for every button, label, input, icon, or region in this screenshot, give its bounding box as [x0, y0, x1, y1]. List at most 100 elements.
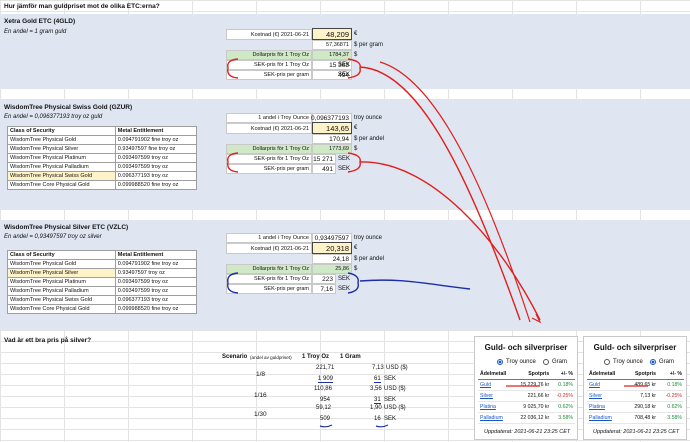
gld-subtitle: En andel = 1 gram guld: [4, 29, 67, 35]
change-percent: 3.58%: [551, 412, 575, 424]
metal-link-silver[interactable]: Silver: [589, 393, 602, 399]
table-cell: WisdomTree Physical Gold: [7, 259, 116, 269]
gzur-sek-oz-value: 15 271: [312, 154, 336, 164]
radio-label: Troy ounce: [613, 359, 643, 365]
vzlc-sek-gram-label: SEK-pris per gram: [226, 284, 312, 294]
gzur-cost-label: Kostnad (€) 2021-06-21: [226, 123, 312, 134]
scenario-gram-sek-unit: SEK: [384, 416, 397, 422]
scenario-troy-usd: 110,86: [314, 386, 332, 392]
scenario-header-note: (andel av guldpriset): [250, 355, 292, 360]
gld-dollar-unit: $: [354, 52, 358, 58]
table-cell: 0.094791902 fine troy oz: [114, 135, 198, 145]
metal-link-guld[interactable]: Guld: [480, 382, 491, 388]
scenario-gram-usd: 7,13: [372, 365, 384, 371]
spot-price: 7,13 kr: [625, 390, 658, 402]
gzur-per-share-value: 170,94: [312, 134, 352, 144]
gld-sek-gram-label: SEK-pris per gram: [226, 70, 312, 80]
change-percent: -0.25%: [658, 390, 684, 402]
scenario-gram-sek: 16: [374, 416, 381, 422]
price-table: Ädelmetall Spotpris +/- % Guld 489,65 kr 0.1…: [587, 369, 684, 424]
radio-label: Gram: [659, 359, 674, 365]
change-percent: -0.25%: [551, 390, 575, 402]
radio-gram[interactable]: Gram: [650, 359, 674, 365]
col-header: Spotpris: [625, 369, 658, 380]
scenario-gram-usd-unit: USD ($): [384, 386, 406, 392]
table-cell: WisdomTree Physical Gold: [7, 135, 116, 145]
table-header: Metal Entitlement: [114, 250, 198, 260]
gzur-sek-oz-unit: SEK: [338, 156, 351, 162]
table-cell: 0.099988520 fine troy oz: [114, 304, 198, 314]
vzlc-sek-oz-value: 223: [312, 274, 336, 284]
table-cell: 0.093497599 troy oz: [114, 277, 198, 287]
col-header: +/- %: [658, 369, 684, 380]
gld-dollar-label: Dollarpris för 1 Troy Oz: [226, 50, 312, 60]
vzlc-entitlement-table: Class of Security Metal Entitlement Wisdo…: [7, 250, 198, 314]
troy-oz-header: 1 Troy Oz: [302, 354, 330, 360]
price-widget-gram: Guld- och silverpriser Troy ounce Gram Ä…: [583, 336, 687, 440]
gld-title: Xetra Gold ETC (4GLD): [4, 18, 76, 25]
table-cell: WisdomTree Core Physical Gold: [7, 304, 116, 314]
table-cell: WisdomTree Physical Silver: [7, 144, 116, 154]
table-cell: WisdomTree Physical Palladium: [7, 286, 116, 296]
vzlc-subtitle: En andel = 0,93497597 troy oz silver: [4, 234, 102, 240]
scenario-gram-usd: 3,56: [370, 386, 382, 392]
page-question: Hur jämför man guldpriset mot de olika E…: [4, 3, 160, 10]
vzlc-title: WisdomTree Physical Silver ETC (VZLC): [4, 224, 129, 231]
table-cell: 0.093497599 troy oz: [114, 286, 198, 296]
table-cell: 0.93497597 troy oz: [114, 268, 198, 278]
gzur-per-share-unit: $ per andel: [354, 136, 385, 142]
table-cell: WisdomTree Physical Platinum: [7, 153, 116, 163]
gzur-share-unit: troy ounce: [354, 115, 383, 121]
col-header: Ädelmetall: [587, 369, 626, 380]
vzlc-sek-gram-value: 7,16: [312, 284, 336, 294]
scenario-gram-sek-unit: SEK: [384, 376, 397, 382]
gzur-sek-oz-label: SEK-pris för 1 Troy Oz: [226, 154, 312, 164]
vzlc-per-share-unit: $ per andel: [354, 256, 385, 262]
vzlc-sek-oz-unit: SEK: [338, 276, 351, 282]
vzlc-dollar-value: 25,86: [312, 264, 352, 274]
table-header: Class of Security: [7, 250, 116, 260]
gzur-cost-value[interactable]: 143,65: [312, 122, 352, 134]
scenario-label: 1/30: [254, 411, 267, 418]
radio-gram[interactable]: Gram: [543, 359, 567, 365]
metal-link-palladium[interactable]: Palladium: [480, 415, 503, 421]
radio-selected-icon: [497, 359, 503, 365]
metal-link-guld[interactable]: Guld: [589, 382, 600, 388]
gzur-sek-gram-unit: SEK: [338, 166, 351, 172]
radio-troy-ounce[interactable]: Troy ounce: [604, 359, 643, 365]
spot-price: 22 036,12 kr: [513, 412, 552, 424]
price-table: Ädelmetall Spotpris +/- % Guld 15 229,76 kr…: [478, 369, 575, 424]
price-widget-troy: Guld- och silverpriser Troy ounce Gram Ä…: [474, 336, 578, 440]
gzur-dollar-label: Dollarpris för 1 Troy Oz: [226, 144, 312, 154]
table-cell-highlighted[interactable]: WisdomTree Physical Swiss Gold: [7, 171, 116, 181]
vzlc-cost-value[interactable]: 20,318: [312, 242, 352, 254]
gzur-entitlement-table: Class of Security Metal Entitlement Wisdo…: [7, 126, 198, 190]
scenario-troy-sek: 954: [320, 397, 331, 403]
gld-cost-value[interactable]: 48,209: [312, 28, 352, 40]
table-cell: 0.93497597 fine troy oz: [114, 144, 198, 154]
table-cell-highlighted[interactable]: WisdomTree Physical Silver: [7, 268, 116, 278]
gzur-share-label: 1 andel i Troy Ounce: [226, 113, 312, 123]
radio-unselected-icon: [604, 359, 610, 365]
scenario-header: Scenario: [222, 354, 248, 360]
metal-link-platina[interactable]: Platina: [589, 404, 605, 410]
scenario-gram-sek: 31: [374, 397, 381, 404]
vzlc-cost-label: Kostnad (€) 2021-06-21: [226, 243, 312, 254]
gld-per-gram-unit: $ per gram: [354, 42, 384, 48]
col-header: Spotpris: [513, 369, 552, 380]
scenario-gram-sek: 61: [374, 376, 381, 383]
widget-title: Guld- och silverpriser: [593, 343, 677, 352]
table-cell: WisdomTree Physical Palladium: [7, 162, 116, 172]
change-percent: 3.58%: [658, 412, 684, 424]
metal-link-silver[interactable]: Silver: [480, 393, 493, 399]
change-percent: 0.62%: [551, 401, 575, 413]
metal-link-palladium[interactable]: Palladium: [589, 415, 612, 421]
spot-price: 9 025,70 kr: [513, 401, 552, 413]
updated-timestamp: Uppdaterat: 2021-06-21 23:25 CET: [484, 429, 571, 435]
gld-sek-oz-label: SEK-pris för 1 Troy Oz: [226, 60, 312, 70]
metal-link-platina[interactable]: Platina: [480, 404, 496, 410]
scenario-question: Vad är ett bra pris på silver?: [4, 337, 92, 344]
vzlc-sek-gram-unit: SEK: [338, 286, 351, 292]
radio-troy-ounce[interactable]: Troy ounce: [497, 359, 536, 365]
table-cell: WisdomTree Physical Platinum: [7, 277, 116, 287]
